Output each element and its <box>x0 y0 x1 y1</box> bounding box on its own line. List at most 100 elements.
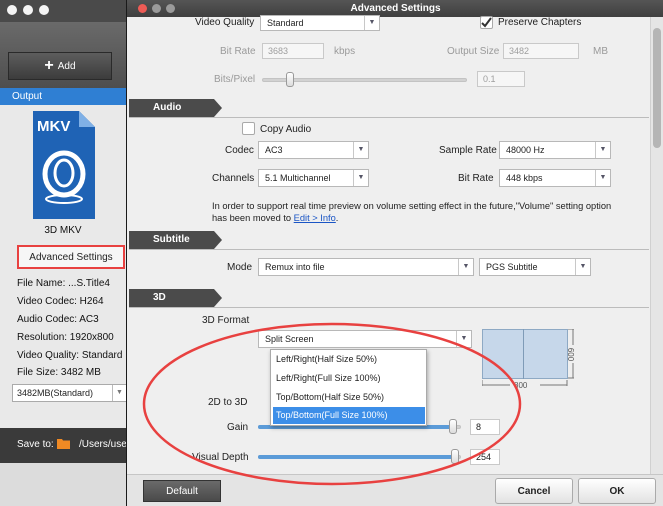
edit-info-link[interactable]: Edit > Info <box>294 213 336 223</box>
ok-button[interactable]: OK <box>578 478 656 504</box>
resolution-info: Resolution: 1920x800 <box>17 332 114 343</box>
scrollbar-thumb[interactable] <box>653 28 661 148</box>
output-size-value: 3482MB(Standard) <box>17 388 94 398</box>
subtitle-track-select[interactable]: PGS Subtitle ▼ <box>479 258 591 276</box>
file-size-info: File Size: 3482 MB <box>17 367 101 378</box>
subtitle-mode-select[interactable]: Remux into file ▼ <box>258 258 474 276</box>
subtitle-mode-label: Mode <box>227 262 253 273</box>
channels-label: Channels <box>212 173 255 184</box>
add-button[interactable]: + Add <box>8 52 112 80</box>
video-bitrate-field[interactable]: 3683 <box>262 43 324 59</box>
bits-per-pixel-field[interactable]: 0.1 <box>477 71 525 87</box>
bits-per-pixel-label: Bits/Pixel <box>214 74 256 85</box>
video-codec-info: Video Codec: H264 <box>17 296 104 307</box>
plus-icon: + <box>44 57 54 74</box>
visual-depth-field[interactable]: 254 <box>470 449 500 465</box>
video-quality-info: Video Quality: Standard <box>17 350 123 361</box>
chevron-down-icon: ▼ <box>458 259 473 275</box>
sample-rate-select[interactable]: 48000 Hz ▼ <box>499 141 611 159</box>
sample-rate-value: 48000 Hz <box>506 145 545 155</box>
visual-depth-slider-handle[interactable] <box>451 449 459 464</box>
subtitle-mode-value: Remux into file <box>265 262 325 272</box>
advanced-settings-button[interactable]: Advanced Settings <box>17 245 125 269</box>
dropdown-option[interactable]: Left/Right(Half Size 50%) <box>273 351 425 368</box>
dialog-title: Advanced Settings <box>350 3 441 14</box>
output-format-name: 3D MKV <box>44 225 82 236</box>
gain-slider-handle[interactable] <box>449 419 457 434</box>
dialog-titlebar: Advanced Settings <box>127 0 663 17</box>
zoom-window-icon[interactable] <box>39 5 49 15</box>
chevron-down-icon: ▼ <box>595 142 610 158</box>
subtitle-section-header: Subtitle <box>129 231 222 249</box>
save-to-label: Save to: <box>17 439 54 450</box>
gain-field[interactable]: 8 <box>470 419 500 435</box>
minimize-window-icon[interactable] <box>23 5 33 15</box>
chevron-down-icon: ▼ <box>112 385 126 401</box>
mkv-file-icon: MKV <box>33 111 95 219</box>
video-bitrate-unit: kbps <box>334 46 356 57</box>
default-button[interactable]: Default <box>143 480 221 502</box>
chevron-down-icon: ▼ <box>353 170 368 186</box>
chevron-down-icon: ▼ <box>575 259 590 275</box>
close-window-icon[interactable] <box>7 5 17 15</box>
sample-rate-label: Sample Rate <box>439 145 497 156</box>
video-bitrate-label: Bit Rate <box>220 46 256 57</box>
preview-width-label: 800 <box>514 381 528 390</box>
save-to-path[interactable]: /Users/user/ <box>79 439 133 450</box>
bits-per-pixel-slider-handle[interactable] <box>286 72 294 87</box>
output-size-field[interactable]: 3482 <box>503 43 579 59</box>
audio-bitrate-select[interactable]: 448 kbps ▼ <box>499 169 611 187</box>
subtitle-track-value: PGS Subtitle <box>486 262 538 272</box>
three-d-format-label: 3D Format <box>202 315 250 326</box>
channels-select[interactable]: 5.1 Multichannel ▼ <box>258 169 369 187</box>
volume-note-line1: In order to support real time preview on… <box>212 201 612 211</box>
main-window-titlebar <box>0 0 140 22</box>
audio-codec-select[interactable]: AC3 ▼ <box>258 141 369 159</box>
audio-bitrate-value: 448 kbps <box>506 173 543 183</box>
audio-bitrate-label: Bit Rate <box>458 173 494 184</box>
three-d-format-value: Split Screen <box>265 334 314 344</box>
preview-height-label: 600 <box>566 347 576 362</box>
cancel-button[interactable]: Cancel <box>495 478 573 504</box>
dropdown-option[interactable]: Top/Bottom(Half Size 50%) <box>273 389 425 406</box>
audio-codec-label: Codec <box>225 145 254 156</box>
volume-note-suffix: . <box>335 213 339 223</box>
divider <box>129 307 649 308</box>
output-header: Output <box>0 88 140 105</box>
copy-audio-label: Copy Audio <box>260 124 312 135</box>
checkmark-icon <box>481 17 492 28</box>
preserve-chapters-label: Preserve Chapters <box>498 17 582 28</box>
two-d-to-three-d-label: 2D to 3D <box>208 397 248 408</box>
svg-text:MKV: MKV <box>37 118 70 135</box>
three-d-section-header: 3D <box>129 289 222 307</box>
three-d-format-select[interactable]: Split Screen ▼ <box>258 330 472 348</box>
add-button-label: Add <box>57 60 76 72</box>
chevron-down-icon: ▼ <box>456 331 471 347</box>
main-window-bottom <box>0 463 140 506</box>
advanced-settings-dialog: Advanced Settings Video Quality Standard… <box>126 0 663 506</box>
copy-audio-checkbox[interactable] <box>242 122 255 135</box>
dropdown-option-selected[interactable]: Top/Bottom(Full Size 100%) <box>273 407 425 424</box>
audio-section-header: Audio <box>129 99 222 117</box>
chevron-down-icon: ▼ <box>595 170 610 186</box>
folder-icon[interactable] <box>57 437 70 449</box>
visual-depth-slider-fill <box>258 455 459 459</box>
chevron-down-icon: ▼ <box>364 16 379 30</box>
volume-note-line2: has been moved to Edit > Info. <box>212 213 338 223</box>
video-quality-label: Video Quality <box>195 17 255 28</box>
video-quality-select[interactable]: Standard ▼ <box>260 15 380 31</box>
audio-codec-value: AC3 <box>265 145 283 155</box>
dropdown-option[interactable]: Left/Right(Full Size 100%) <box>273 370 425 387</box>
video-quality-value: Standard <box>267 18 304 28</box>
preview-split-line <box>523 329 524 379</box>
preserve-chapters-checkbox[interactable] <box>480 16 493 29</box>
gain-label: Gain <box>227 422 249 433</box>
divider <box>129 117 649 118</box>
output-size-select[interactable]: 3482MB(Standard) ▼ <box>12 384 127 402</box>
chevron-down-icon: ▼ <box>353 142 368 158</box>
visual-depth-label: Visual Depth <box>192 452 249 463</box>
output-size-label: Output Size <box>447 46 500 57</box>
audio-codec-info: Audio Codec: AC3 <box>17 314 99 325</box>
file-name-info: File Name: ...S.Title4 <box>17 278 110 289</box>
three-d-preview <box>482 329 568 379</box>
